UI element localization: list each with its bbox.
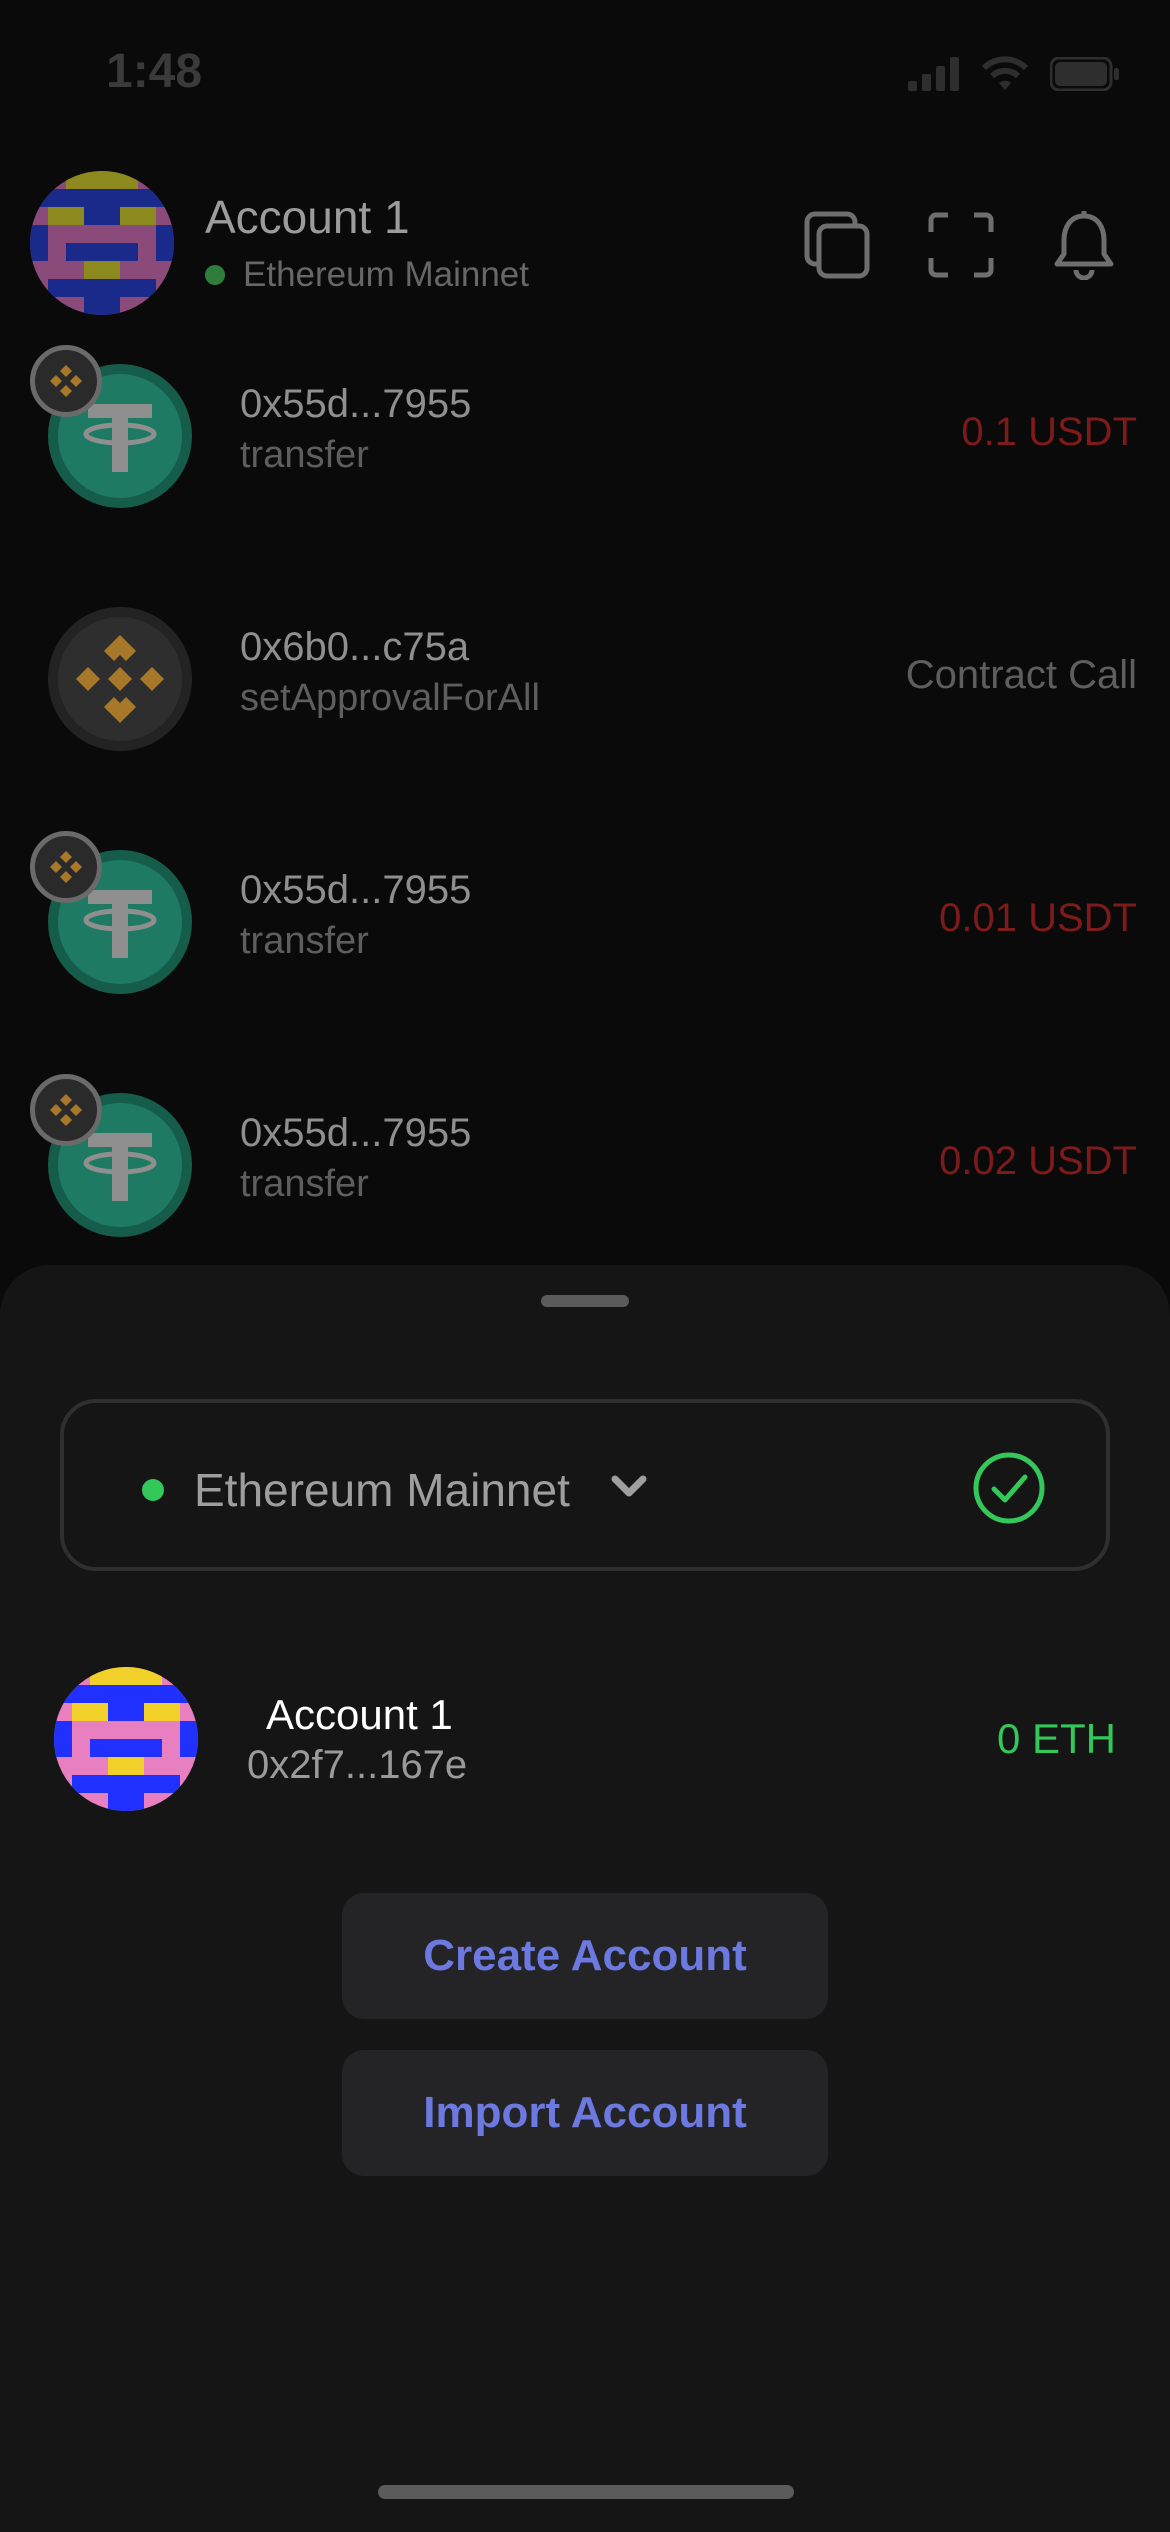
import-account-button[interactable]: Import Account — [342, 2050, 828, 2176]
create-account-button[interactable]: Create Account — [342, 1893, 828, 2019]
scan-icon[interactable] — [921, 205, 1001, 285]
bnb-chain-badge-icon — [30, 1074, 102, 1146]
account-avatar[interactable] — [30, 171, 174, 315]
checkmark-circle-icon — [973, 1452, 1045, 1524]
transaction-address: 0x55d...7955 — [240, 868, 472, 912]
signal-icon — [908, 57, 959, 91]
account-avatar — [54, 1667, 198, 1811]
home-indicator[interactable] — [378, 2485, 794, 2499]
account-list-item[interactable]: Account 1 0x2f7...167e 0 ETH — [0, 1667, 1170, 1817]
transaction-row[interactable]: 0x55d...7955 transfer 0.02 USDT — [0, 1074, 1170, 1291]
transaction-method: setApprovalForAll — [240, 677, 540, 719]
account-address: 0x2f7...167e — [247, 1743, 468, 1787]
bell-icon[interactable] — [1044, 205, 1124, 285]
account-name[interactable]: Account 1 — [205, 190, 410, 244]
bnb-token-icon — [46, 605, 194, 753]
transaction-row[interactable]: 0x55d...7955 transfer 0.1 USDT — [0, 345, 1170, 562]
status-time: 1:48 — [106, 45, 203, 98]
chevron-down-icon — [611, 1475, 647, 1497]
status-bar: 1:48 — [0, 0, 1170, 150]
network-indicator[interactable]: Ethereum Mainnet — [205, 255, 529, 295]
transaction-amount: 0.01 USDT — [939, 896, 1137, 940]
battery-icon — [1050, 57, 1119, 91]
transaction-amount: 0.02 USDT — [939, 1139, 1137, 1183]
account-name: Account 1 — [266, 1691, 453, 1738]
copy-icon[interactable] — [798, 205, 878, 285]
sheet-grabber[interactable] — [541, 1295, 629, 1307]
transaction-address: 0x55d...7955 — [240, 1111, 472, 1155]
account-switcher-sheet: Ethereum Mainnet Account 1 0x2f7...167e … — [0, 1265, 1170, 2532]
network-selector[interactable]: Ethereum Mainnet — [60, 1399, 1110, 1571]
bnb-chain-badge-icon — [30, 831, 102, 903]
status-icons — [908, 56, 1120, 92]
network-status-dot — [142, 1479, 164, 1501]
network-status-dot — [205, 265, 225, 285]
transaction-method: transfer — [240, 1163, 369, 1205]
transaction-address: 0x55d...7955 — [240, 382, 472, 426]
transaction-method: transfer — [240, 434, 369, 476]
transaction-amount: 0.1 USDT — [961, 410, 1137, 454]
transaction-address: 0x6b0...c75a — [240, 625, 470, 669]
wifi-icon — [981, 56, 1029, 90]
network-name: Ethereum Mainnet — [243, 255, 529, 294]
transaction-amount: Contract Call — [905, 653, 1137, 697]
bnb-chain-badge-icon — [30, 345, 102, 417]
transaction-method: transfer — [240, 920, 369, 962]
account-balance: 0 ETH — [996, 1715, 1116, 1762]
transaction-row[interactable]: 0x6b0...c75a setApprovalForAll Contract … — [0, 605, 1170, 805]
network-selector-label: Ethereum Mainnet — [194, 1464, 570, 1516]
account-header: Account 1 Ethereum Mainnet — [0, 165, 1170, 325]
transaction-row[interactable]: 0x55d...7955 transfer 0.01 USDT — [0, 831, 1170, 1048]
